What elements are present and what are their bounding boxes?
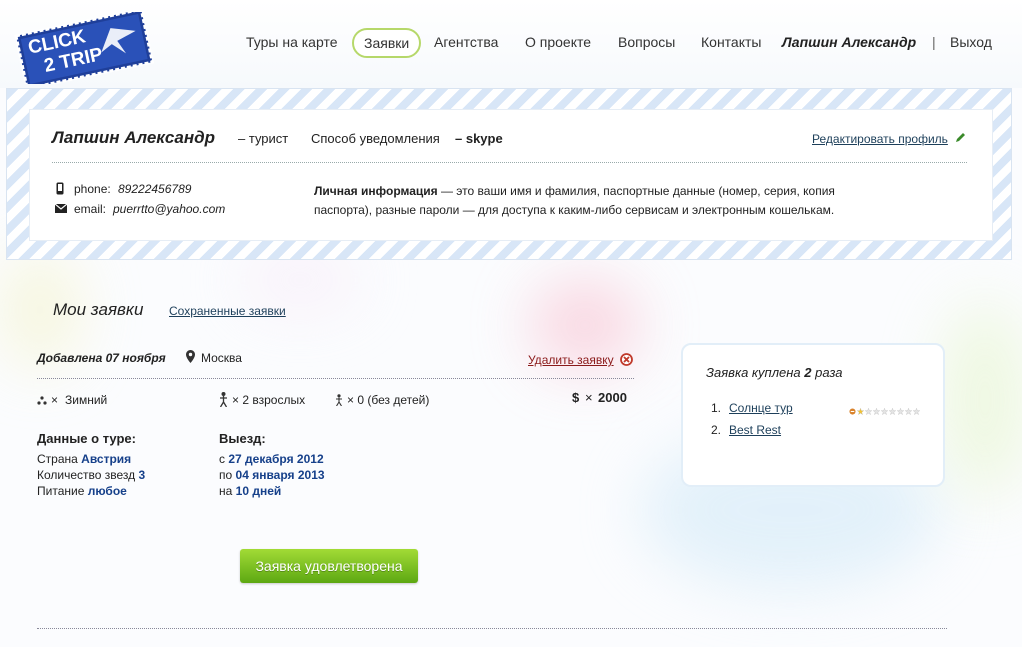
saved-requests-link[interactable]: Сохраненные заявки [169, 304, 286, 318]
to-value: 04 января 2013 [235, 468, 325, 482]
price-value: 2000 [598, 390, 627, 405]
profile-card: Лапшин Александр – турист Способ уведомл… [29, 109, 993, 241]
phone-icon [56, 182, 64, 195]
personal-info-line2: паспорта), разные пароли — для доступа к… [314, 203, 835, 217]
request-added-date: Добавлена 07 ноября [37, 351, 166, 365]
season-multiplier: × [51, 393, 59, 407]
pencil-icon[interactable] [955, 132, 966, 143]
personal-info-title: Личная информация [314, 184, 438, 198]
email-value[interactable]: puerrtto@yahoo.com [113, 202, 225, 216]
rating-star-icon[interactable] [889, 408, 896, 415]
request-status-button[interactable]: Заявка удовлетворена [240, 549, 418, 583]
purchase-title-after: раза [815, 365, 843, 380]
nav-item-agencies[interactable]: Агентства [434, 28, 498, 58]
nav-item-requests[interactable]: Заявки [352, 28, 422, 58]
rating-star-icon[interactable] [905, 408, 912, 415]
price-symbol: $ [572, 390, 580, 405]
duration-value: 10 дней [235, 484, 282, 498]
duration-row: на 10 дней [219, 484, 281, 498]
rating-star-icon[interactable] [897, 408, 904, 415]
profile-name: Лапшин Александр [52, 128, 215, 147]
stars-label: Количество звезд [37, 468, 136, 482]
nav-item-contacts[interactable]: Контакты [701, 28, 761, 58]
child-person-icon [336, 394, 342, 406]
request-city: Москва [201, 351, 242, 365]
agency-rating[interactable] [849, 407, 929, 415]
nav-user-name[interactable]: Лапшин Александр [782, 28, 916, 58]
price-multiplier: × [585, 390, 593, 405]
phone-label: phone: [74, 182, 111, 196]
rating-star-icon[interactable] [865, 408, 872, 415]
notify-label: Способ уведомления [311, 131, 440, 146]
purchase-title-before: Заявка куплена [706, 365, 801, 380]
from-value: 27 декабря 2012 [228, 452, 324, 466]
bottom-divider [37, 628, 947, 629]
rating-reset-icon[interactable] [849, 408, 856, 415]
children-count: × 0 (без детей) [347, 393, 430, 407]
request-divider [37, 378, 634, 379]
season-value: Зимний [65, 393, 108, 407]
rating-star-icon[interactable] [873, 408, 880, 415]
tour-country-row: Страна Австрия [37, 452, 131, 466]
personal-info-text: Личная информация — это ваши имя и фамил… [314, 182, 835, 220]
requests-title: Мои заявки [53, 300, 144, 319]
profile-divider [52, 162, 967, 163]
purchase-count: 2 [804, 365, 812, 380]
nav-logout[interactable]: Выход [950, 28, 992, 58]
phone-value: 89222456789 [118, 182, 192, 196]
adult-person-icon [219, 392, 228, 407]
delete-icon[interactable] [620, 353, 633, 366]
tour-stars-row: Количество звезд 3 [37, 468, 145, 482]
agency-num-2: 2. [711, 423, 722, 437]
agency-num-1: 1. [711, 401, 722, 415]
from-label: с [219, 452, 225, 466]
mail-icon [55, 204, 67, 213]
departure-to-row: по 04 января 2013 [219, 468, 325, 482]
food-label: Питание [37, 484, 85, 498]
email-label: email: [74, 202, 107, 216]
rating-star-icon[interactable] [881, 408, 888, 415]
profile-role: – турист [238, 131, 289, 146]
rating-star-icon[interactable] [857, 408, 864, 415]
location-pin-icon [186, 350, 195, 363]
rating-star-icon[interactable] [913, 408, 920, 415]
nav-item-about[interactable]: О проекте [525, 28, 591, 58]
country-label: Страна [37, 452, 78, 466]
country-value: Австрия [81, 452, 132, 466]
agency-link-2[interactable]: Best Rest [729, 423, 781, 437]
tour-food-row: Питание любое [37, 484, 127, 498]
departure-from-row: с 27 декабря 2012 [219, 452, 324, 466]
profile-frame: Лапшин Александр – турист Способ уведомл… [6, 88, 1012, 260]
to-label: по [219, 468, 233, 482]
edit-profile-link[interactable]: Редактировать профиль [812, 132, 948, 146]
nav-item-questions[interactable]: Вопросы [618, 28, 675, 58]
purchase-title: Заявка куплена 2 раза [706, 365, 842, 380]
tour-data-header: Данные о туре: [37, 431, 136, 446]
notify-value: – skype [455, 131, 503, 146]
site-header: CLICK 2 TRIP Туры на карте Заявки Агентс… [0, 0, 1022, 91]
snowflake-icon [37, 396, 47, 405]
duration-label: на [219, 484, 233, 498]
delete-request-link[interactable]: Удалить заявку [528, 353, 614, 367]
personal-info-line1: — это ваши имя и фамилия, паспортные дан… [437, 184, 835, 198]
main-nav: Туры на карте Заявки Агентства О проекте… [0, 28, 1022, 58]
stars-value: 3 [138, 468, 146, 482]
purchase-info-box: Заявка куплена 2 раза 1. Солнце тур 2. B… [681, 343, 945, 487]
nav-item-tours-map[interactable]: Туры на карте [246, 28, 338, 58]
agency-link-1[interactable]: Солнце тур [729, 401, 793, 415]
adults-count: × 2 взрослых [232, 393, 306, 407]
food-value: любое [87, 484, 127, 498]
nav-separator: | [932, 34, 936, 50]
departure-header: Выезд: [219, 431, 266, 446]
